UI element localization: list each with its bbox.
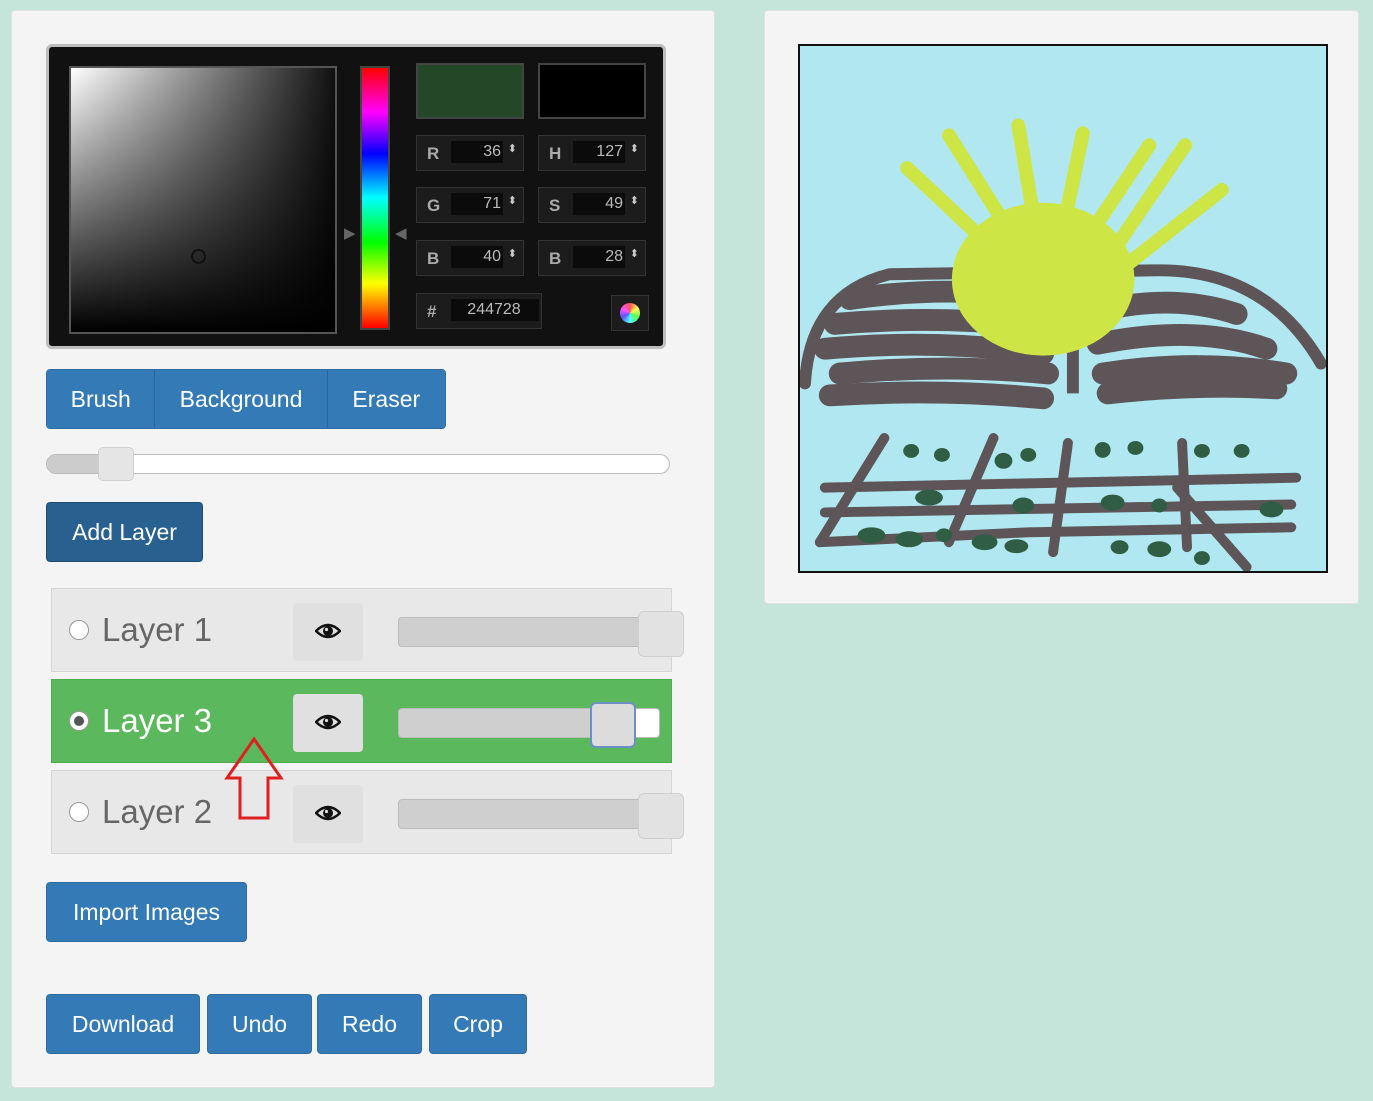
blue-label: B [427,249,440,268]
red-field: R 36 ⬍ [416,135,524,171]
import-images-button[interactable]: Import Images [46,882,247,942]
eye-icon [315,714,341,730]
brightness-value-input[interactable]: 28 [573,246,625,268]
redo-button[interactable]: Redo [317,994,422,1054]
saturation-value-input[interactable]: 49 [573,193,625,215]
layer-opacity-slider[interactable] [398,617,660,647]
layer-visibility-button[interactable] [293,603,363,661]
layer-opacity-slider[interactable] [398,799,660,829]
layer-name: Layer 1 [102,611,213,648]
eye-icon [315,623,341,639]
background-mode-button[interactable]: Background [155,370,328,428]
brush-size-fill [47,455,104,473]
hue-value-input[interactable]: 127 [573,141,625,163]
eraser-mode-button[interactable]: Eraser [327,370,445,428]
layer-row-3[interactable]: Layer 3 [51,679,672,763]
layer-opacity-handle[interactable] [638,611,684,657]
brush-size-slider[interactable] [46,454,670,474]
hex-label: # [427,302,437,321]
color-wheel-icon [620,303,640,323]
brightness-field: B 28 ⬍ [538,240,646,276]
color-picker: ▶ ◀ R 36 ⬍ G 71 ⬍ B 40 ⬍ H 127 ⬍ S 49 ⬍ … [46,44,666,349]
layer-opacity-handle[interactable] [638,793,684,839]
brightness-spinner-icon[interactable]: ⬍ [630,249,639,260]
layer-row-2[interactable]: Layer 2 [51,770,684,854]
saturation-label: S [549,196,561,215]
new-color-swatch [416,63,524,119]
saturation-spinner-icon[interactable]: ⬍ [630,196,639,207]
hue-field: H 127 ⬍ [538,135,646,171]
hue-spinner-icon[interactable]: ⬍ [630,144,639,155]
canvas-panel [764,10,1359,604]
saturation-field: S 49 ⬍ [538,187,646,223]
red-spinner-icon[interactable]: ⬍ [508,144,517,155]
hue-label: H [549,144,562,163]
color-wheel-button[interactable] [611,295,649,331]
layer-row-1[interactable]: Layer 1 [51,588,684,672]
download-button[interactable]: Download [46,994,200,1054]
green-spinner-icon[interactable]: ⬍ [508,196,517,207]
saturation-brightness-square[interactable] [69,66,337,334]
add-layer-button[interactable]: Add Layer [46,502,203,562]
brush-mode-button[interactable]: Brush [47,370,156,428]
green-label: G [427,196,441,215]
crop-button[interactable]: Crop [429,994,527,1054]
hex-field: # 244728 [416,293,542,329]
layer-select-radio[interactable] [69,802,89,822]
layer-name: Layer 2 [102,793,213,830]
red-label: R [427,144,440,163]
layer-visibility-button[interactable] [293,785,363,843]
undo-button[interactable]: Undo [207,994,312,1054]
hex-value-input[interactable]: 244728 [451,299,539,321]
eye-icon [315,805,341,821]
annotation-up-arrow-icon [224,736,284,820]
brightness-label: B [549,249,562,268]
layer-visibility-button[interactable] [293,694,363,752]
green-value-input[interactable]: 71 [451,193,503,215]
red-value-input[interactable]: 36 [451,141,503,163]
layer-opacity-handle[interactable] [589,702,636,748]
blue-field: B 40 ⬍ [416,240,524,276]
green-field: G 71 ⬍ [416,187,524,223]
brush-size-handle[interactable] [98,447,135,481]
hue-slider[interactable] [360,66,390,330]
blue-value-input[interactable]: 40 [451,246,503,268]
mode-button-group: Brush Background Eraser [46,369,446,429]
layer-select-radio[interactable] [69,711,89,731]
color-selector-cursor[interactable] [191,249,206,264]
current-color-swatch[interactable] [538,63,646,119]
hue-marker-left-icon: ▶ [344,225,356,242]
layer-select-radio[interactable] [69,620,89,640]
drawing-canvas[interactable] [798,44,1328,573]
layer-name: Layer 3 [102,702,213,739]
blue-spinner-icon[interactable]: ⬍ [508,249,517,260]
hue-marker-right-icon: ◀ [395,225,407,242]
